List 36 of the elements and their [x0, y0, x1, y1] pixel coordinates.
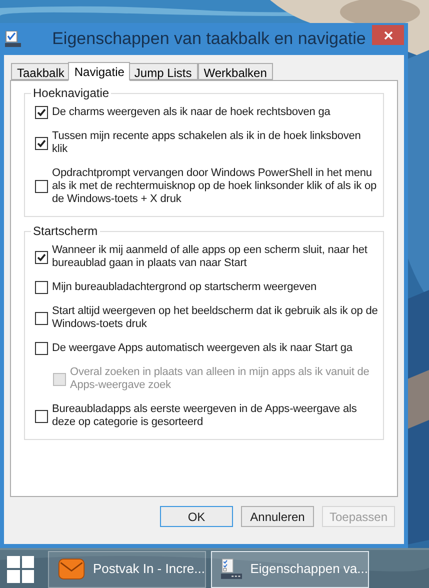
- checkbox[interactable]: [35, 106, 48, 119]
- checkbox[interactable]: [35, 342, 48, 355]
- option-label: Tussen mijn recente apps schakelen als ik in de hoek linksboven klik: [52, 130, 362, 156]
- option-label: Overal zoeken in plaats van alleen in mijn apps als ik vanuit de Apps-weergave zoek: [70, 366, 370, 392]
- dialog-button[interactable]: Annuleren: [241, 506, 314, 527]
- checkbox[interactable]: [35, 250, 48, 264]
- group-title: Hoeknavigatie: [31, 86, 112, 100]
- option-label: Opdrachtprompt vervangen door Windows PowerShell in het menu als ik met de rechtermuisknop op de hoek linksonder klik of als ik op de Windows-toets + X druk: [52, 167, 378, 206]
- taskbar-item[interactable]: Postvak In - Incre...: [48, 550, 206, 588]
- tab[interactable]: Werkbalken: [198, 63, 273, 80]
- checkmark-icon: [37, 108, 46, 117]
- tab[interactable]: Navigatie: [68, 62, 130, 81]
- checkbox[interactable]: [35, 136, 48, 150]
- option-label: Wanneer ik mij aanmeld of alle apps op een scherm sluit, naar het bureaublad gaan in plaats van naar Start: [52, 244, 368, 270]
- window-title: Eigenschappen van taakbalk en navigatie: [51, 28, 366, 50]
- tab[interactable]: Jump Lists: [128, 63, 198, 80]
- option-label: De charms weergeven als ik naar de hoek rechtsboven ga: [52, 106, 330, 119]
- checkbox[interactable]: [35, 410, 48, 422]
- checkbox[interactable]: [35, 281, 48, 294]
- checkmark-icon: [37, 252, 46, 262]
- close-icon: [384, 30, 392, 40]
- close-button[interactable]: [372, 25, 404, 45]
- option-label: Mijn bureaubladachtergrond op startscherm weergeven: [52, 281, 317, 294]
- checkmark-icon: [37, 138, 46, 148]
- option-label: Start altijd weergeven op het beeldscherm dat ik gebruik als ik op de Windows-toets druk: [52, 305, 379, 331]
- taskbar-item[interactable]: Eigenschappen va...: [211, 550, 369, 588]
- start-button[interactable]: [7, 556, 34, 582]
- option-label: De weergave Apps automatisch weergeven als ik naar Start ga: [52, 342, 352, 355]
- envelope-icon: [58, 556, 85, 582]
- option-label: Bureaubladapps als eerste weergeven in de Apps-weergave als deze op categorie is gesorteerd: [52, 403, 358, 429]
- checkbox[interactable]: [35, 312, 48, 324]
- dialog-button[interactable]: OK: [160, 506, 233, 527]
- tab[interactable]: Taakbalk: [11, 63, 70, 80]
- checklist-window-icon: [5, 31, 21, 47]
- checkbox[interactable]: [35, 180, 48, 193]
- group-title: Startscherm: [31, 224, 100, 238]
